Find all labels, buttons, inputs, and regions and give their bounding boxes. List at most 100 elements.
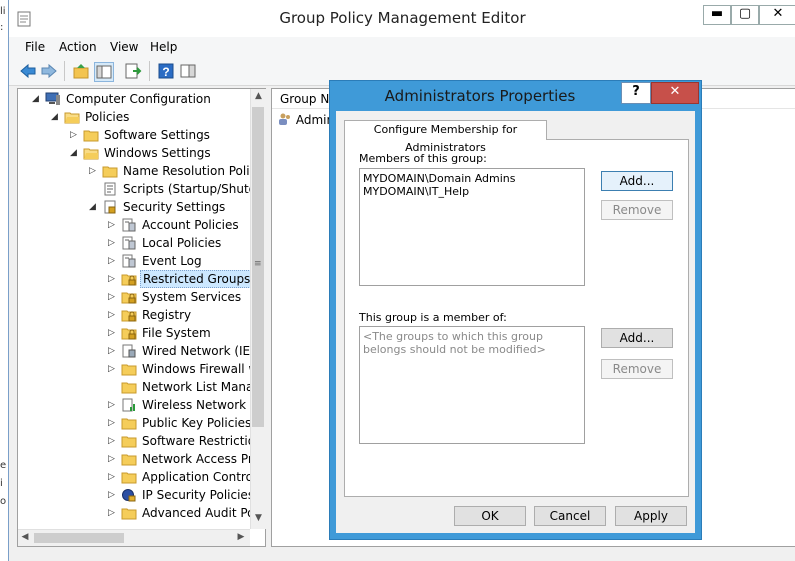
collapsed-arrow-icon[interactable]: ▷ bbox=[89, 162, 99, 180]
member-of-remove-button[interactable]: Remove bbox=[601, 359, 673, 379]
collapsed-arrow-icon[interactable]: ▷ bbox=[108, 396, 118, 414]
tree-item[interactable]: ▷ Windows Firewall with bbox=[108, 360, 250, 378]
tree-item[interactable]: ▷ Local Policies bbox=[108, 234, 223, 252]
scroll-right-icon[interactable]: ▶ bbox=[236, 532, 246, 542]
member-of-placeholder: <The groups to which this group belongs … bbox=[363, 330, 546, 356]
tree-item[interactable]: ▷ Advanced Audit Polic bbox=[108, 504, 250, 522]
policy-icon bbox=[121, 236, 137, 250]
administrators-properties-dialog: Administrators Properties ? ✕ Configure … bbox=[329, 80, 702, 540]
tree-item[interactable]: ▷ IP Security Policies or bbox=[108, 486, 250, 504]
tree-item[interactable]: ▷ Software Restriction P bbox=[108, 432, 250, 450]
forward-arrow-icon[interactable] bbox=[40, 62, 58, 80]
apply-button[interactable]: Apply bbox=[615, 506, 687, 526]
collapsed-arrow-icon[interactable]: ▷ bbox=[70, 126, 80, 144]
expanded-arrow-icon[interactable]: ◢ bbox=[89, 198, 99, 216]
collapsed-arrow-icon[interactable]: ▷ bbox=[108, 486, 118, 504]
maximize-button[interactable]: ▢ bbox=[731, 5, 759, 25]
member-of-listbox[interactable]: <The groups to which this group belongs … bbox=[359, 326, 585, 444]
tree-vertical-scroll-thumb[interactable]: ≡ bbox=[252, 107, 264, 427]
collapsed-arrow-icon[interactable]: ▷ bbox=[108, 414, 118, 432]
tree-item[interactable]: ▷ Registry bbox=[108, 306, 193, 324]
help-icon[interactable]: ? bbox=[157, 62, 175, 80]
tree-item-label: Public Key Policies bbox=[142, 416, 250, 430]
minimize-button[interactable]: ▬ bbox=[703, 5, 731, 25]
tree-item[interactable]: ▷ System Services bbox=[108, 288, 243, 306]
list-item[interactable]: MYDOMAIN\Domain Admins bbox=[363, 172, 581, 185]
members-listbox[interactable]: MYDOMAIN\Domain Admins MYDOMAIN\IT_Help bbox=[359, 168, 585, 286]
ok-button[interactable]: OK bbox=[454, 506, 526, 526]
member-of-add-button[interactable]: Add... bbox=[601, 328, 673, 348]
tree-item[interactable]: ◢ Security Settings bbox=[89, 198, 227, 216]
collapsed-arrow-icon[interactable]: ▷ bbox=[108, 252, 118, 270]
close-button[interactable]: ✕ bbox=[759, 5, 795, 25]
collapsed-arrow-icon[interactable]: ▷ bbox=[108, 288, 118, 306]
export-list-icon[interactable] bbox=[124, 62, 142, 80]
collapsed-arrow-icon[interactable]: ▷ bbox=[108, 270, 118, 288]
folder-lock-icon bbox=[121, 272, 137, 286]
collapsed-arrow-icon[interactable]: ▷ bbox=[108, 504, 118, 522]
tree-item-label: Local Policies bbox=[142, 236, 222, 250]
tree-item-label: Event Log bbox=[142, 254, 202, 268]
collapsed-arrow-icon[interactable]: ▷ bbox=[108, 468, 118, 486]
tree-item[interactable]: ▷ Application Control P bbox=[108, 468, 250, 486]
tree-item[interactable]: ▷ Software Settings bbox=[70, 126, 212, 144]
dialog-close-button[interactable]: ✕ bbox=[651, 82, 699, 104]
collapsed-arrow-icon[interactable]: ▷ bbox=[108, 360, 118, 378]
menu-view[interactable]: View bbox=[104, 39, 144, 55]
tree-item[interactable]: ▷ Wireless Network (IEE bbox=[108, 396, 250, 414]
tree-item[interactable]: Network List Manage bbox=[108, 378, 250, 396]
policy-icon bbox=[121, 218, 137, 232]
cancel-button[interactable]: Cancel bbox=[534, 506, 606, 526]
folder-icon bbox=[121, 452, 137, 466]
scroll-up-icon[interactable]: ▲ bbox=[251, 91, 266, 101]
tree-item[interactable]: ▷ Public Key Policies bbox=[108, 414, 250, 432]
tree-vertical-scrollbar[interactable]: ▲ ≡ ▼ bbox=[250, 89, 266, 529]
expanded-arrow-icon[interactable]: ◢ bbox=[51, 108, 61, 126]
console-tree-pane[interactable]: ◢ Computer Configuration ◢ Policies ▷ Softwar… bbox=[17, 88, 266, 547]
scroll-left-icon[interactable]: ◀ bbox=[20, 532, 30, 542]
tree-item[interactable]: ▷ File System bbox=[108, 324, 213, 342]
tree-item[interactable]: ▷ Wired Network (IEEE 8 bbox=[108, 342, 250, 360]
menu-help[interactable]: Help bbox=[144, 39, 183, 55]
folder-icon bbox=[121, 434, 137, 448]
group-icon bbox=[279, 113, 290, 125]
tree-horizontal-scroll-thumb[interactable] bbox=[34, 533, 124, 543]
title-bar[interactable]: Group Policy Management Editor ▬ ▢ ✕ bbox=[9, 0, 795, 37]
collapsed-arrow-icon[interactable]: ▷ bbox=[108, 306, 118, 324]
expanded-arrow-icon[interactable]: ◢ bbox=[70, 144, 80, 162]
collapsed-arrow-icon[interactable]: ▷ bbox=[108, 432, 118, 450]
dialog-help-button[interactable]: ? bbox=[621, 82, 651, 104]
members-add-button[interactable]: Add... bbox=[601, 171, 673, 191]
back-arrow-icon[interactable] bbox=[19, 62, 37, 80]
tree-item-label: Network Access Prote bbox=[142, 452, 250, 466]
expanded-arrow-icon[interactable]: ◢ bbox=[32, 90, 42, 108]
collapsed-arrow-icon[interactable]: ▷ bbox=[108, 234, 118, 252]
menu-file[interactable]: File bbox=[19, 39, 51, 55]
tree-item[interactable]: ▷ Restricted Groups bbox=[108, 270, 250, 288]
tree-item[interactable]: ◢ Policies bbox=[51, 108, 131, 126]
scroll-down-icon[interactable]: ▼ bbox=[251, 513, 266, 523]
collapsed-arrow-icon[interactable]: ▷ bbox=[108, 450, 118, 468]
tree-item[interactable]: ▷ Account Policies bbox=[108, 216, 241, 234]
show-hide-tree-icon[interactable] bbox=[94, 62, 114, 82]
tree-item[interactable]: ▷ Network Access Prote bbox=[108, 450, 250, 468]
folder-icon bbox=[83, 128, 99, 142]
list-item[interactable]: MYDOMAIN\IT_Help bbox=[363, 185, 581, 198]
tree-item[interactable]: ◢ Computer Configuration bbox=[32, 90, 213, 108]
list-item[interactable]: Admin bbox=[278, 111, 334, 129]
up-folder-icon[interactable] bbox=[72, 62, 90, 80]
tree-item[interactable]: ◢ Windows Settings bbox=[70, 144, 213, 162]
collapsed-arrow-icon[interactable]: ▷ bbox=[108, 216, 118, 234]
members-remove-button[interactable]: Remove bbox=[601, 200, 673, 220]
tree-item[interactable]: ▷ Name Resolution Policy bbox=[89, 162, 250, 180]
collapsed-arrow-icon[interactable]: ▷ bbox=[108, 342, 118, 360]
collapsed-arrow-icon[interactable]: ▷ bbox=[108, 324, 118, 342]
show-action-pane-icon[interactable] bbox=[179, 62, 197, 80]
folder-lock-icon bbox=[121, 326, 137, 340]
tree-item-label: Security Settings bbox=[123, 200, 226, 214]
tree-item[interactable]: ▷ Event Log bbox=[108, 252, 204, 270]
tab-configure-membership[interactable]: Configure Membership for Administrators bbox=[344, 120, 547, 154]
tree-horizontal-scrollbar[interactable]: ◀ ▶ bbox=[18, 529, 250, 546]
menu-action[interactable]: Action bbox=[53, 39, 103, 55]
tree-item[interactable]: Scripts (Startup/Shutdow bbox=[89, 180, 250, 198]
